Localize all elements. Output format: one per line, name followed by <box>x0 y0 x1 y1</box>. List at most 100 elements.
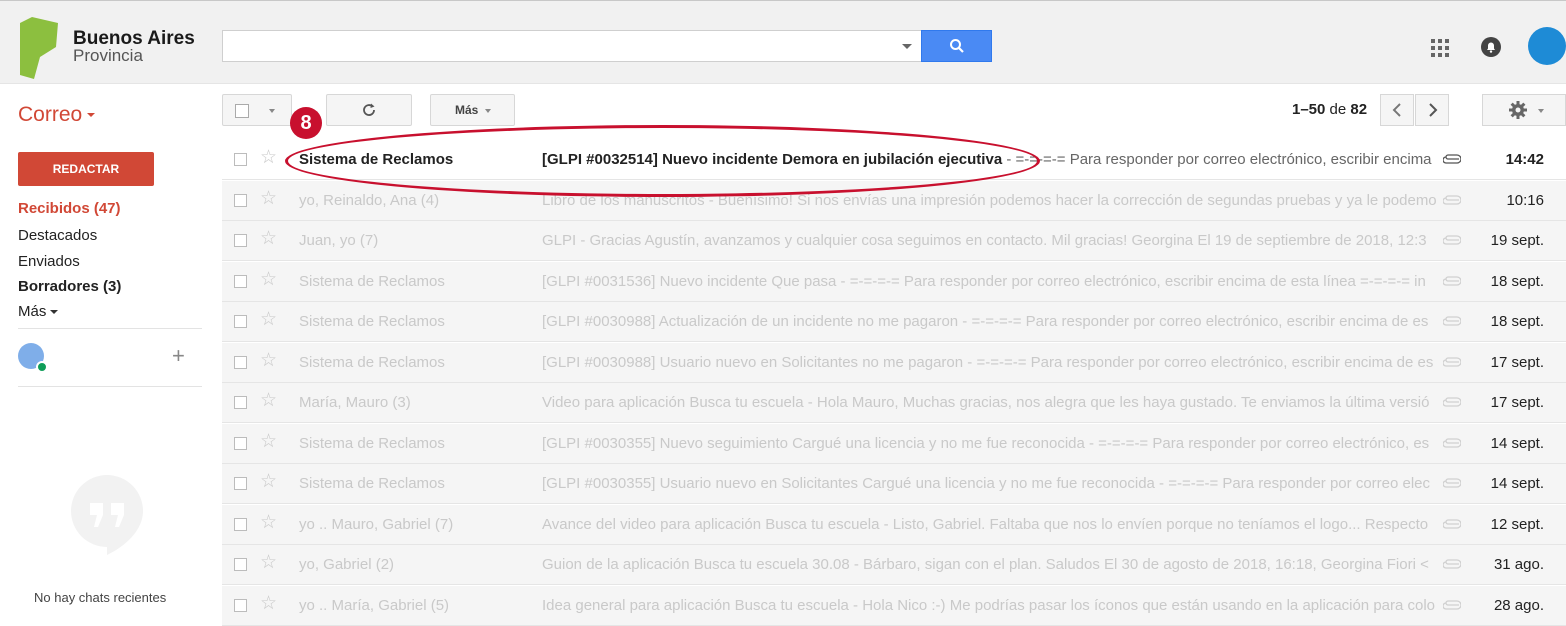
sidebar-item-drafts[interactable]: Borradores (3) <box>18 278 121 295</box>
email-sender: Sistema de Reclamos <box>299 353 445 371</box>
star-icon[interactable]: ☆ <box>260 269 277 290</box>
star-icon[interactable]: ☆ <box>260 350 277 371</box>
email-row[interactable]: ☆ Sistema de Reclamos [GLPI #0031536] Nuev… <box>222 261 1566 302</box>
page-total: 82 <box>1350 101 1368 118</box>
correo-menu[interactable]: Correo <box>18 103 96 127</box>
email-checkbox[interactable] <box>234 315 247 328</box>
paperclip-icon <box>1443 194 1461 205</box>
email-subject-line: [GLPI #0030355] Nuevo seguimiento Cargué… <box>542 435 1436 452</box>
compose-button[interactable]: REDACTAR <box>18 152 154 186</box>
email-checkbox[interactable] <box>234 517 247 531</box>
paperclip-icon <box>1443 599 1461 610</box>
search-button[interactable] <box>921 30 992 62</box>
email-subject: [GLPI #0032514] Nuevo incidente Demora e… <box>542 151 1003 168</box>
email-checkbox[interactable] <box>234 598 247 612</box>
notifications-icon[interactable] <box>1480 36 1502 58</box>
paperclip-icon <box>1443 154 1461 164</box>
email-row[interactable]: ☆ Juan, yo (7) GLPI - Gracias Agustín, ava… <box>222 221 1566 261</box>
hangouts-icon <box>71 475 143 555</box>
email-subject-line: GLPI - Gracias Agustín, avanzamos y cual… <box>542 232 1436 249</box>
page-of: de <box>1329 101 1347 118</box>
newer-button[interactable] <box>1380 94 1414 126</box>
select-all-button[interactable] <box>222 94 292 126</box>
refresh-button[interactable] <box>326 94 412 126</box>
select-checkbox[interactable] <box>235 104 249 118</box>
email-sender: yo, Reinaldo, Ana (4) <box>299 191 440 209</box>
sidebar-item-starred[interactable]: Destacados <box>18 227 97 244</box>
email-date: 14 sept. <box>1490 434 1544 452</box>
online-status-icon <box>36 361 48 373</box>
more-actions-button[interactable]: Más <box>430 94 515 126</box>
no-chats-text: No hay chats recientes <box>34 590 167 605</box>
email-sender: Sistema de Reclamos <box>299 434 445 452</box>
search-options-caret-icon[interactable] <box>902 44 912 49</box>
email-checkbox[interactable] <box>234 355 247 369</box>
chevron-left-icon <box>1392 103 1401 117</box>
chevron-down-icon <box>50 310 59 315</box>
paperclip-icon <box>1443 518 1461 529</box>
star-icon[interactable]: ☆ <box>260 391 277 411</box>
email-row[interactable]: ☆ Sistema de Reclamos [GLPI #0030355] Usua… <box>222 464 1566 504</box>
star-icon[interactable]: ☆ <box>260 148 277 168</box>
email-subject-line: [GLPI #0030355] Usuario nuevo en Solicit… <box>542 475 1436 492</box>
email-subject: [GLPI #0030988] Usuario nuevo en Solicit… <box>542 353 1434 371</box>
email-row[interactable]: ☆ Sistema de Reclamos [GLPI #0030988] Actu… <box>222 302 1566 342</box>
email-subject: [GLPI #0030355] Usuario nuevo en Solicit… <box>542 475 1431 492</box>
settings-button[interactable] <box>1482 94 1566 126</box>
apps-grid-icon[interactable] <box>1430 38 1450 58</box>
search-box[interactable] <box>222 30 922 62</box>
search-input[interactable] <box>223 31 883 61</box>
sidebar-item-sent[interactable]: Enviados <box>18 253 80 270</box>
email-row[interactable]: ☆ Sistema de Reclamos [GLPI #0032514] Nuev… <box>222 140 1566 180</box>
more-label: Más <box>455 103 479 117</box>
email-subject: Video para aplicación Busca tu escuela -… <box>542 394 1430 411</box>
star-icon[interactable]: ☆ <box>260 188 277 209</box>
paperclip-icon <box>1443 437 1461 448</box>
email-subject: [GLPI #0031536] Nuevo incidente Que pasa… <box>542 272 1426 290</box>
email-checkbox[interactable] <box>234 153 247 166</box>
plus-icon[interactable]: + <box>172 344 185 368</box>
email-checkbox[interactable] <box>234 193 247 207</box>
star-icon[interactable]: ☆ <box>260 310 277 330</box>
email-snippet: - =-=-=-= Para responder por correo elec… <box>1006 151 1436 168</box>
email-subject-line: Libro de los manuscritos - Buenísimo! Si… <box>542 192 1436 209</box>
chevron-down-icon <box>1538 109 1544 113</box>
sidebar-item-more[interactable]: Más <box>18 303 59 320</box>
email-subject: [GLPI #0030355] Nuevo seguimiento Cargué… <box>542 434 1430 452</box>
star-icon[interactable]: ☆ <box>260 431 277 452</box>
star-icon[interactable]: ☆ <box>260 593 277 614</box>
annotation-badge: 8 <box>290 107 322 139</box>
email-date: 12 sept. <box>1490 515 1544 533</box>
email-row[interactable]: ☆ yo .. Mauro, Gabriel (7) Avance del vide… <box>222 504 1566 545</box>
email-date: 18 sept. <box>1490 313 1544 330</box>
email-subject: Idea general para aplicación Busca tu es… <box>542 596 1436 614</box>
email-row[interactable]: ☆ María, Mauro (3) Video para aplicación B… <box>222 383 1566 423</box>
email-checkbox[interactable] <box>234 234 247 247</box>
correo-label: Correo <box>18 103 83 126</box>
email-date: 18 sept. <box>1490 272 1544 290</box>
email-date: 17 sept. <box>1490 353 1544 371</box>
divider <box>18 328 202 329</box>
star-icon[interactable]: ☆ <box>260 512 277 533</box>
star-icon[interactable]: ☆ <box>260 553 277 573</box>
pagination-text: 1–50 de 82 <box>1292 101 1367 118</box>
email-checkbox[interactable] <box>234 396 247 409</box>
email-checkbox[interactable] <box>234 436 247 450</box>
email-row[interactable]: ☆ Sistema de Reclamos [GLPI #0030988] Usua… <box>222 342 1566 383</box>
email-checkbox[interactable] <box>234 274 247 288</box>
buenos-aires-logo[interactable]: Buenos Aires Provincia <box>18 17 208 79</box>
email-sender: María, Mauro (3) <box>299 394 411 411</box>
email-row[interactable]: ☆ yo, Gabriel (2) Guion de la aplicación B… <box>222 545 1566 585</box>
email-row[interactable]: ☆ yo, Reinaldo, Ana (4) Libro de los manus… <box>222 180 1566 221</box>
account-avatar[interactable] <box>1528 27 1566 65</box>
sidebar-item-inbox[interactable]: Recibidos (47) <box>18 200 121 217</box>
email-checkbox[interactable] <box>234 477 247 490</box>
email-date: 19 sept. <box>1490 232 1544 249</box>
star-icon[interactable]: ☆ <box>260 472 277 492</box>
star-icon[interactable]: ☆ <box>260 229 277 249</box>
email-checkbox[interactable] <box>234 558 247 571</box>
top-bar: Buenos Aires Provincia <box>0 0 1566 84</box>
older-button[interactable] <box>1415 94 1449 126</box>
email-row[interactable]: ☆ Sistema de Reclamos [GLPI #0030355] Nuev… <box>222 423 1566 464</box>
refresh-icon <box>363 103 375 116</box>
